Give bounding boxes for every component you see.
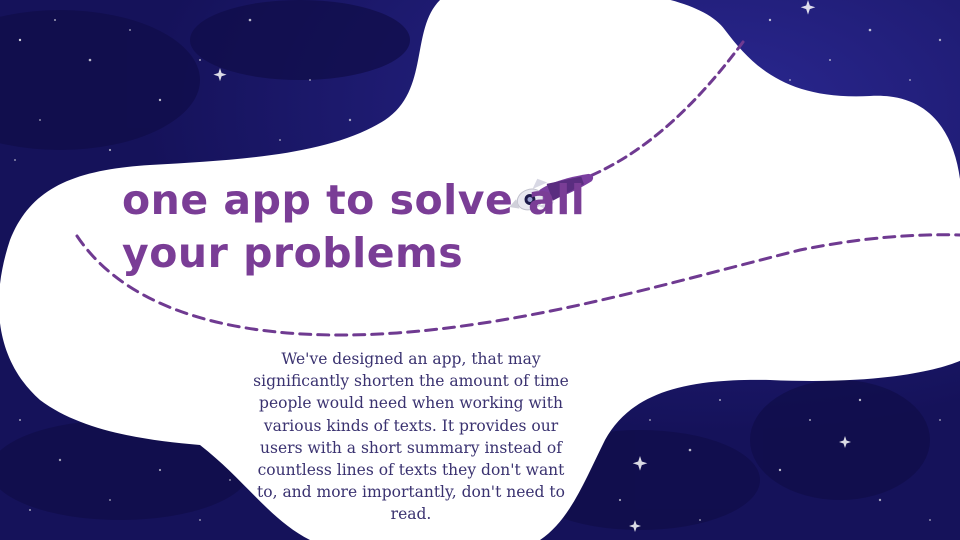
title-line-1: One app to solve all xyxy=(122,176,586,224)
slide: One app to solve all your problems We've… xyxy=(0,0,960,540)
title-line-2: your problems xyxy=(122,229,464,277)
body-paragraph: We've designed an app, that may signific… xyxy=(253,350,569,524)
